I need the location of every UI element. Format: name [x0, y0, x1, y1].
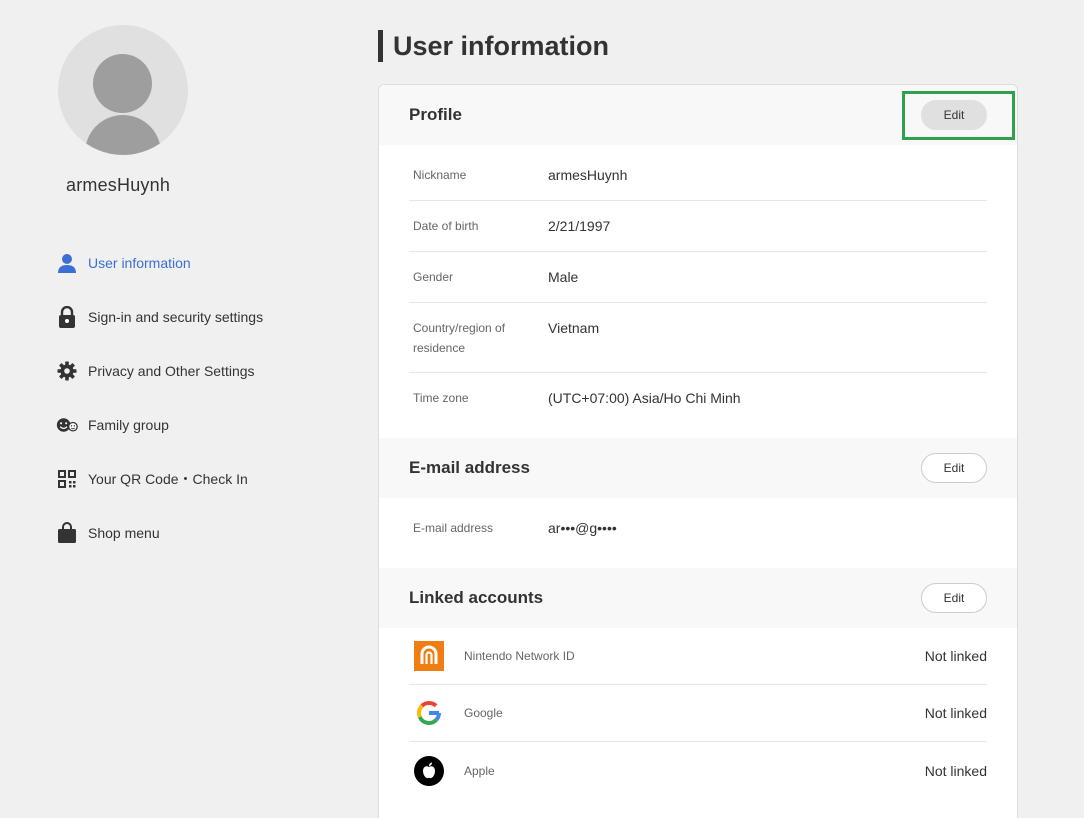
avatar — [58, 25, 188, 155]
page-title: User information — [378, 30, 609, 62]
account-status: Not linked — [924, 705, 987, 721]
sidebar-item-user-information[interactable]: User information — [56, 236, 356, 290]
linked-account-nintendo: Nintendo Network ID Not linked — [409, 628, 987, 685]
profile-fields: Nickname armesHuynh Date of birth 2/21/1… — [379, 145, 1017, 438]
account-name: Nintendo Network ID — [464, 649, 575, 663]
linked-accounts-list: Nintendo Network ID Not linked Google No… — [379, 628, 1017, 799]
sidebar-item-qr-code[interactable]: Your QR Code・Check In — [56, 452, 356, 506]
field-value: 2/21/1997 — [548, 218, 611, 234]
email-section-header: E-mail address Edit — [379, 438, 1017, 498]
apple-icon — [414, 755, 444, 786]
sidebar-item-family-group[interactable]: Family group — [56, 398, 356, 452]
profile-row-nickname: Nickname armesHuynh — [409, 145, 987, 201]
field-label: Time zone — [413, 391, 469, 405]
sidebar-item-label: Your QR Code・Check In — [88, 471, 248, 487]
family-icon — [56, 414, 78, 436]
google-icon — [414, 698, 444, 728]
email-edit-button[interactable]: Edit — [921, 453, 987, 483]
linked-account-google: Google Not linked — [409, 685, 987, 742]
field-value: ar•••@g•••• — [548, 520, 617, 536]
email-fields: E-mail address ar•••@g•••• — [379, 498, 1017, 568]
linked-account-apple: Apple Not linked — [409, 742, 987, 799]
lock-icon — [56, 306, 78, 328]
sidebar-item-label: Family group — [88, 417, 169, 433]
field-label: Country/region of residence — [413, 321, 506, 355]
account-status: Not linked — [924, 762, 987, 779]
profile-row-date-of-birth: Date of birth 2/21/1997 — [409, 201, 987, 252]
sidebar-item-label: Shop menu — [88, 525, 160, 541]
field-value: Vietnam — [548, 320, 600, 336]
linked-accounts-section-header: Linked accounts Edit — [379, 568, 1017, 628]
sidebar-nav: User information Sign-in and security se… — [56, 236, 356, 560]
profile-row-time-zone: Time zone (UTC+07:00) Asia/Ho Chi Minh — [409, 373, 987, 438]
field-label: Date of birth — [413, 219, 479, 233]
shopping-bag-icon — [56, 522, 78, 544]
sidebar-item-label: Sign-in and security settings — [88, 309, 264, 325]
nintendo-network-icon — [414, 641, 444, 671]
email-row: E-mail address ar•••@g•••• — [409, 498, 987, 568]
profile-row-country: Country/region of residence Vietnam — [409, 303, 987, 373]
username: armesHuynh — [66, 175, 171, 195]
account-name: Google — [464, 706, 503, 720]
sidebar-item-label: Privacy and Other Settings — [88, 363, 255, 379]
field-label: Gender — [413, 270, 454, 284]
account-name: Apple — [464, 763, 495, 778]
email-heading: E-mail address — [409, 458, 530, 477]
profile-row-gender: Gender Male — [409, 252, 987, 303]
person-icon — [56, 252, 78, 274]
sidebar-item-shop-menu[interactable]: Shop menu — [56, 506, 356, 560]
profile-heading: Profile — [409, 105, 462, 124]
linked-accounts-heading: Linked accounts — [409, 588, 544, 607]
field-value: armesHuynh — [548, 167, 628, 183]
gear-icon — [56, 360, 78, 382]
field-value: (UTC+07:00) Asia/Ho Chi Minh — [548, 390, 741, 406]
qr-code-icon — [56, 468, 78, 490]
sidebar-item-privacy[interactable]: Privacy and Other Settings — [56, 344, 356, 398]
linked-accounts-edit-button[interactable]: Edit — [921, 583, 987, 613]
field-value: Male — [548, 269, 579, 285]
field-label: E-mail address — [413, 521, 494, 535]
profile-edit-button[interactable]: Edit — [921, 100, 987, 130]
account-status: Not linked — [924, 648, 987, 664]
sidebar-item-label: User information — [88, 255, 191, 271]
field-label: Nickname — [413, 168, 467, 182]
profile-section-header: Profile Edit — [379, 85, 1017, 145]
sidebar-item-security[interactable]: Sign-in and security settings — [56, 290, 356, 344]
user-info-card: Profile Edit Nickname armesHuynh Date of… — [378, 84, 1018, 818]
